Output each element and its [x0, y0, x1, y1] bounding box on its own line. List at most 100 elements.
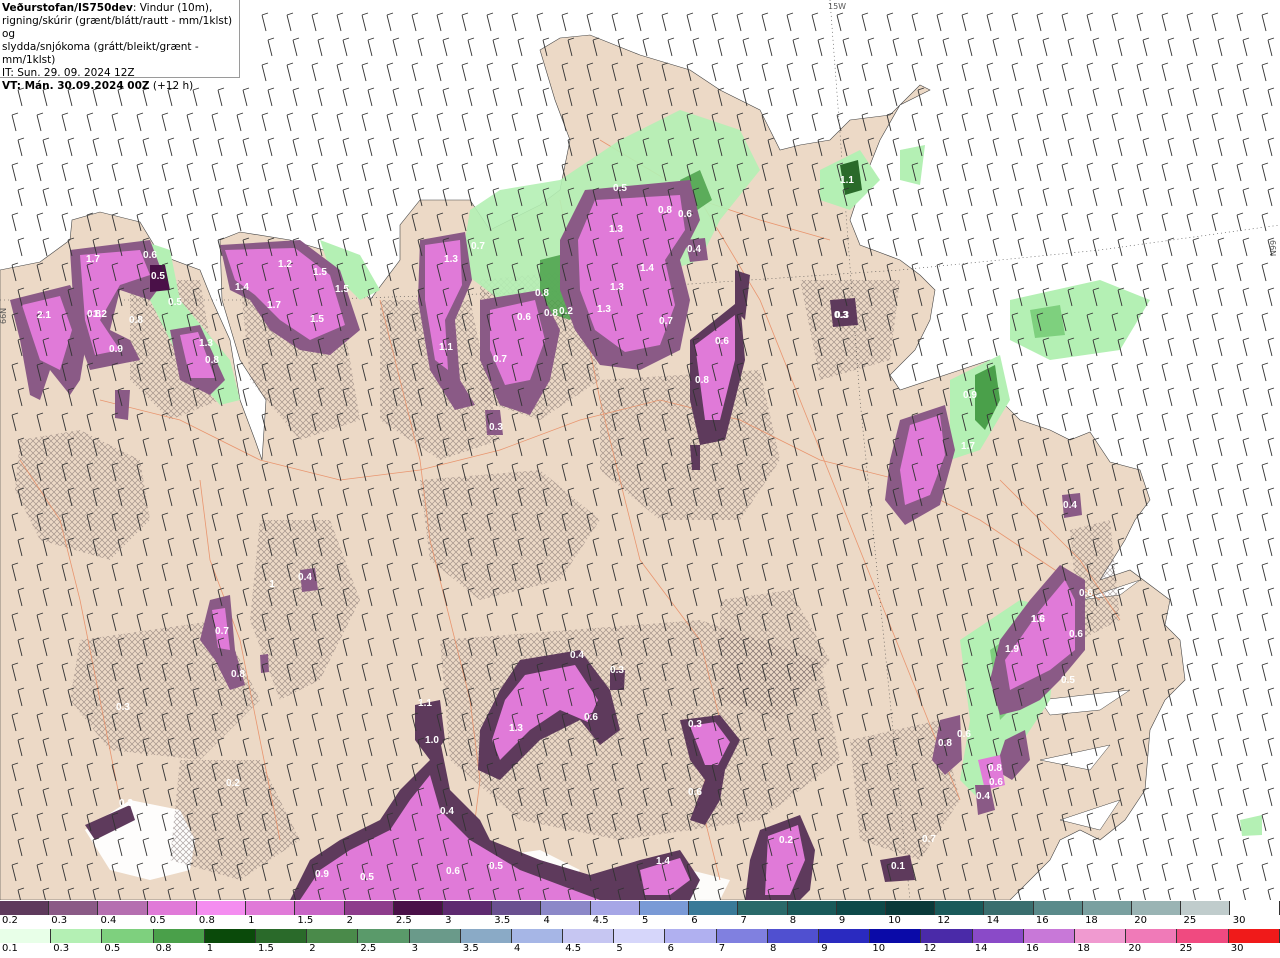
- legend_bottom-label: 4: [514, 943, 521, 954]
- legend_top-label: 3: [445, 915, 452, 926]
- grid-label-lat-east: 66N: [1268, 240, 1277, 256]
- precip-value-label: 1.5: [313, 267, 327, 278]
- legend_top-label: 12: [937, 915, 951, 926]
- legend_top-swatch: [787, 901, 837, 915]
- precip-value-label: 0.7: [215, 626, 229, 637]
- legend_top-label: 0.2: [2, 915, 18, 926]
- precip-value-label: 0.8: [231, 669, 245, 680]
- precip-value-label: 0.5: [613, 183, 627, 194]
- precip-value-label: 0.8: [658, 205, 672, 216]
- grid-label-lon: 15W: [828, 2, 846, 11]
- legend_bottom-swatch: [153, 929, 205, 943]
- legend_top-swatch: [0, 901, 50, 915]
- legend_bottom-swatch: [767, 929, 819, 943]
- precip-value-label: 0.3: [116, 702, 130, 713]
- precip-value-label: 1.4: [656, 856, 670, 867]
- precip-value-label: 0.6: [989, 777, 1003, 788]
- precip-value-label: 1.9: [1005, 644, 1019, 655]
- legend_bottom-label: 0.1: [2, 943, 18, 954]
- precip-value-label: 0.3: [834, 310, 848, 321]
- desc-line-2: rigning/skúrir (grænt/blátt/rautt - mm/1…: [2, 15, 233, 40]
- precip-value-label: 0.3: [119, 798, 133, 809]
- legend_top-label: 10: [888, 915, 901, 926]
- precip-value-label: 0.8: [205, 355, 219, 366]
- legend_top-label: 8: [789, 915, 797, 926]
- legend_bottom-swatch: [665, 929, 717, 943]
- legend_bottom-label: 2: [309, 943, 316, 954]
- precip-value-label: 0.6: [1069, 629, 1083, 640]
- legend_top-label: 1.5: [297, 915, 314, 926]
- precip-value-label: 1.4: [640, 263, 654, 274]
- legend_bottom-swatch: [307, 929, 359, 943]
- legend_top-swatch: [1132, 901, 1182, 915]
- model-source: Veðurstofan/IS750dev: [2, 2, 133, 14]
- precip-value-label: 0.6: [517, 312, 531, 323]
- legend-snow-colorbar: [0, 901, 1280, 915]
- precip-value-label: 0.2: [559, 306, 573, 317]
- legend_bottom-label: 3.5: [462, 943, 479, 954]
- legend_bottom-swatch: [511, 929, 564, 943]
- legend_top-label: 4.5: [592, 915, 609, 926]
- legend_bottom-label: 0.8: [155, 943, 172, 954]
- legend_top-swatch: [984, 901, 1034, 915]
- precip-value-label: 1.3: [444, 254, 458, 265]
- weather-map: 15W 66N 66N 1.7 0.60.52.1 1.20.80.80.90.…: [0, 0, 1280, 900]
- legend_top-swatch: [836, 901, 886, 915]
- legend_top-swatch: [98, 901, 148, 915]
- precip-value-label: 0.2: [226, 778, 240, 789]
- precip-value-label: 1.3: [509, 723, 523, 734]
- precip-value-label: 0.5: [151, 271, 165, 282]
- precip-value-label: 0.3: [489, 422, 503, 433]
- legend_bottom-label: 0.3: [53, 943, 70, 954]
- legend_top-label: 5: [642, 915, 649, 926]
- legend_bottom-label: 14: [974, 943, 988, 954]
- legend_bottom-label: 6: [667, 943, 674, 954]
- precip-value-label: 0.8: [988, 763, 1002, 774]
- precip-value-label: 0.7: [471, 241, 485, 252]
- legend_bottom-swatch: [1074, 929, 1127, 943]
- legend-rain-labels: 0.1 0.3 0.5 0.8 1 1.5 2 2.5 3 3.5 4 4.5 5 6 7 8 9 10 12 14 1…: [0, 943, 1280, 957]
- precip-value-label: 0.6: [1079, 588, 1093, 599]
- precip-value-label: 0.4: [1063, 500, 1077, 511]
- legend_bottom-label: 0.5: [104, 943, 121, 954]
- precip-value-label: 0.8: [87, 309, 101, 320]
- precip-value-label: 0.4: [440, 806, 454, 817]
- legend_top-label: 25: [1183, 915, 1197, 926]
- legend_bottom-label: 9: [821, 943, 828, 954]
- legend_top-label: 4: [543, 915, 550, 926]
- legend_bottom-label: 10: [872, 943, 886, 954]
- legend_bottom-label: 1: [206, 943, 214, 954]
- legend_top-swatch: [246, 901, 296, 915]
- legend_top-swatch: [541, 901, 591, 915]
- precip-value-label: 0.6: [678, 209, 692, 220]
- map-title-box: Veðurstofan/IS750dev: Vindur (10m), rign…: [0, 0, 240, 92]
- legend_top-label: 7: [740, 915, 747, 926]
- legend_top-label: 16: [1035, 915, 1049, 926]
- precip-value-label: 0.6: [143, 250, 157, 261]
- legend_bottom-swatch: [1177, 929, 1229, 943]
- legend_bottom-label: 12: [923, 943, 937, 954]
- legend_bottom-swatch: [0, 929, 52, 943]
- precip-value-label: 0.7: [922, 834, 936, 845]
- precip-value-label: 0.1: [891, 861, 905, 872]
- precip-value-label: 1.2: [278, 259, 292, 270]
- legend_bottom-label: 4.5: [565, 943, 582, 954]
- legend_bottom-swatch: [563, 929, 615, 943]
- legend_top-label: 2.5: [395, 915, 412, 926]
- precip-value-label: 1.1: [418, 698, 432, 709]
- valid-time: VT: Mán. 30.09.2024 00Z: [2, 80, 150, 92]
- precip-value-label: 1.5: [310, 314, 324, 325]
- legend_top-label: 0.3: [51, 915, 68, 926]
- legend_top-swatch: [689, 901, 739, 915]
- valid-offset: (+12 h): [149, 80, 194, 92]
- precip-value-label: 1.7: [961, 441, 975, 452]
- legend_top-swatch: [344, 901, 394, 915]
- legend_bottom-label: 5: [616, 943, 623, 954]
- precip-value-label: 1: [269, 579, 275, 590]
- legend_top-swatch: [1082, 901, 1133, 915]
- precip-value-label: 0.9: [109, 344, 123, 355]
- legend_bottom-swatch: [1023, 929, 1075, 943]
- legend_bottom-label: 1.5: [258, 943, 274, 954]
- precip-value-label: 0.6: [584, 712, 598, 723]
- legend_top-label: 2: [346, 915, 353, 926]
